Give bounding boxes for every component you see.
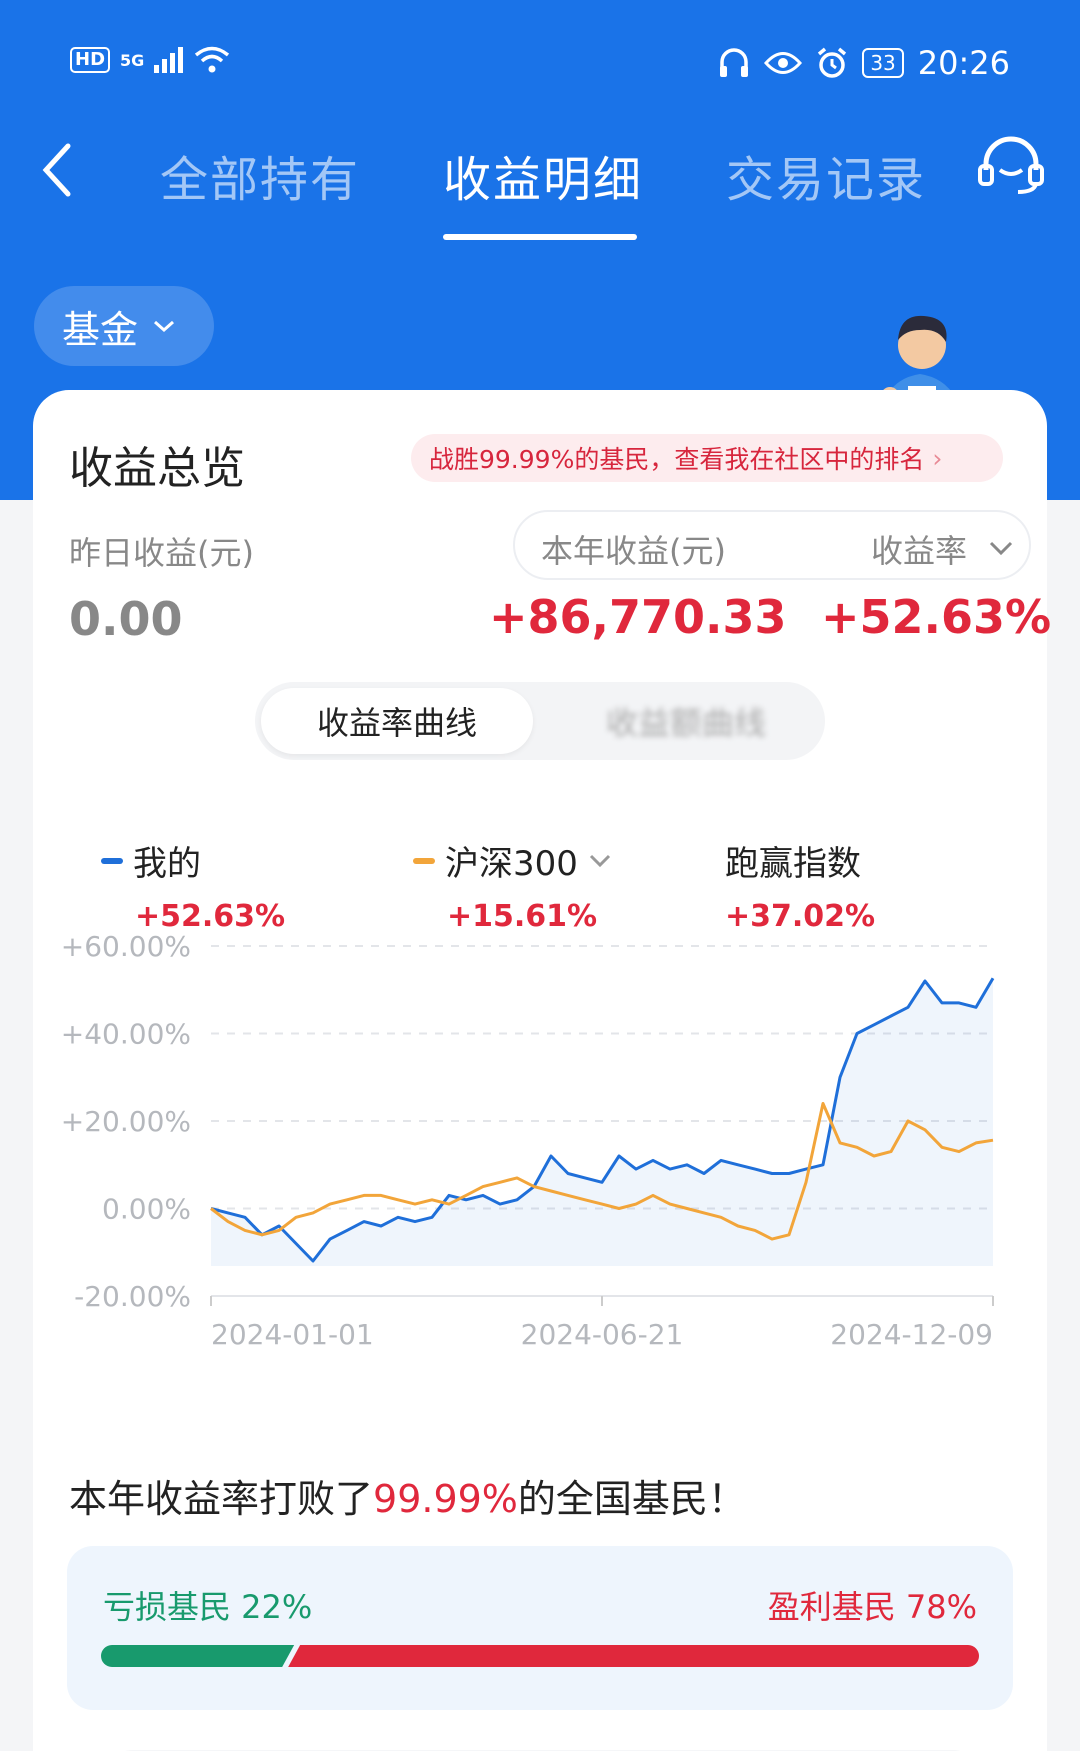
signal-icon bbox=[154, 47, 184, 73]
tab-income-detail[interactable]: 收益明细 bbox=[443, 140, 643, 210]
fund-filter-label: 基金 bbox=[62, 307, 139, 352]
legend-index-name: 沪深300 bbox=[445, 844, 578, 884]
y-tick-label: +20.00% bbox=[61, 1105, 191, 1138]
chevron-down-icon bbox=[154, 320, 175, 333]
x-tick-label: 2024-01-01 bbox=[211, 1318, 374, 1351]
legend-outperform-name: 跑赢指数 bbox=[725, 844, 861, 884]
yesterday-income-label: 昨日收益(元) bbox=[69, 534, 254, 572]
beat-percent: 99.99% bbox=[373, 1477, 518, 1521]
year-income-label: 本年收益(元) bbox=[541, 532, 726, 570]
year-income-selector[interactable]: 本年收益(元) 收益率 bbox=[513, 510, 1031, 580]
return-rate-label: 收益率 bbox=[871, 532, 968, 570]
y-tick-label: +60.00% bbox=[61, 930, 191, 963]
eye-icon bbox=[764, 52, 803, 74]
gain-investors-label: 盈利基民 78% bbox=[767, 1588, 977, 1626]
curve-type-switch: 收益率曲线 收益额曲线 bbox=[255, 682, 825, 760]
gain-segment bbox=[288, 1645, 979, 1667]
legend-mine-value: +52.63% bbox=[135, 899, 286, 934]
battery-icon: 33 bbox=[862, 48, 904, 78]
return-chart: +60.00% +40.00% +20.00% 0.00% -20.00% 2024-01… bbox=[61, 930, 995, 1351]
legend-mine: 我的 +52.63% bbox=[101, 836, 285, 934]
y-tick-label: -20.00% bbox=[74, 1280, 191, 1313]
income-amount-curve-tab[interactable]: 收益额曲线 bbox=[555, 688, 817, 754]
beat-suffix: 的全国基民！ bbox=[517, 1477, 746, 1521]
series-area-mine bbox=[211, 978, 993, 1266]
x-tick-label: 2024-06-21 bbox=[521, 1318, 684, 1351]
legend-index[interactable]: 沪深300 +15.61% bbox=[413, 836, 612, 934]
legend-outperform-value: +37.02% bbox=[725, 899, 876, 934]
active-tab-indicator bbox=[443, 234, 637, 240]
return-rate-value: +52.63% bbox=[821, 590, 1052, 644]
tab-all-holdings[interactable]: 全部持有 bbox=[160, 140, 360, 210]
fund-filter-dropdown[interactable]: 基金 bbox=[34, 286, 214, 366]
customer-service-icon[interactable] bbox=[976, 136, 1046, 196]
headphones-icon bbox=[720, 48, 749, 77]
network-type: 5G bbox=[120, 50, 145, 70]
rank-text: 战胜99.99%的基民，查看我在社区中的排名 bbox=[429, 445, 925, 474]
chevron-down-icon bbox=[589, 854, 610, 867]
status-left: HD 5G bbox=[70, 46, 230, 74]
loss-investors-label: 亏损基民 22% bbox=[103, 1588, 313, 1626]
distribution-bar bbox=[101, 1645, 979, 1667]
legend-index-value: +15.61% bbox=[447, 899, 598, 934]
investor-distribution: 亏损基民 22% 盈利基民 78% bbox=[67, 1546, 1013, 1710]
chevron-right-icon: › bbox=[932, 443, 943, 473]
legend-outperform: 跑赢指数 +37.02% bbox=[725, 836, 875, 934]
legend-mine-swatch bbox=[101, 857, 123, 864]
beat-summary: 本年收益率打败了99.99%的全国基民！ bbox=[69, 1468, 746, 1523]
community-rank-banner[interactable]: 战胜99.99%的基民，查看我在社区中的排名 › bbox=[411, 434, 1003, 482]
status-bar: HD 5G 33 20:26 bbox=[0, 40, 1080, 90]
status-right: 33 20:26 bbox=[718, 44, 1010, 82]
loss-segment bbox=[101, 1645, 295, 1667]
return-rate-curve-tab[interactable]: 收益率曲线 bbox=[261, 688, 533, 754]
tab-trade-records[interactable]: 交易记录 bbox=[726, 140, 926, 210]
beat-prefix: 本年收益率打败了 bbox=[69, 1477, 374, 1521]
clock: 20:26 bbox=[917, 44, 1010, 82]
yesterday-income-value: 0.00 bbox=[69, 592, 183, 646]
legend-mine-name: 我的 bbox=[133, 844, 201, 884]
year-income-value: +86,770.33 bbox=[489, 590, 787, 644]
top-nav: 全部持有 收益明细 交易记录 bbox=[0, 130, 1080, 250]
hd-badge: HD bbox=[70, 47, 111, 73]
x-tick-label: 2024-12-09 bbox=[830, 1318, 993, 1351]
back-icon[interactable] bbox=[38, 140, 78, 200]
chevron-down-icon bbox=[989, 541, 1013, 556]
alarm-icon bbox=[818, 47, 847, 78]
y-tick-label: +40.00% bbox=[61, 1018, 191, 1051]
y-tick-label: 0.00% bbox=[102, 1193, 191, 1226]
overview-card: 收益总览 战胜99.99%的基民，查看我在社区中的排名 › 昨日收益(元) 0.… bbox=[33, 390, 1051, 1751]
wifi-icon bbox=[195, 46, 230, 73]
overview-title: 收益总览 bbox=[69, 443, 245, 494]
legend-index-swatch bbox=[413, 857, 435, 864]
